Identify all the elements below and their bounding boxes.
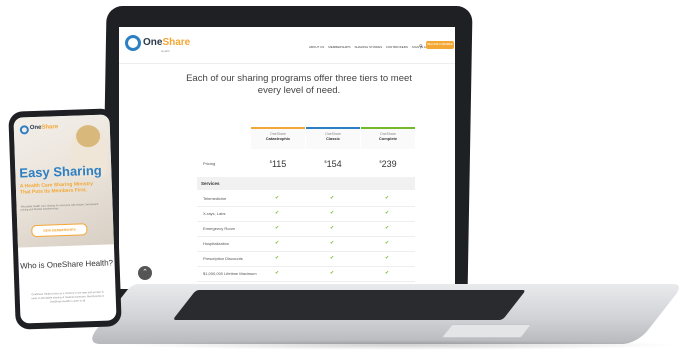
site-header: OneShare Health ABOUT US MEMBERSHIPS SHA… bbox=[119, 27, 455, 64]
check-icon: ✔ bbox=[330, 210, 335, 216]
price-value: 239 bbox=[381, 159, 397, 169]
column-header-catastrophic: OneShare Catastrophic bbox=[251, 127, 305, 149]
column-tier: Catastrophic bbox=[265, 136, 291, 141]
hero-title: Easy Sharing bbox=[19, 162, 102, 181]
logo-subtitle: Health bbox=[161, 49, 170, 53]
logo-one: One bbox=[143, 37, 163, 48]
check-icon: ✔ bbox=[330, 255, 335, 261]
check-icon: ✔ bbox=[385, 255, 390, 261]
scroll-up-button[interactable]: ⌃ bbox=[138, 266, 152, 280]
column-accent-bar bbox=[251, 127, 305, 129]
search-icon[interactable]: ⚲ bbox=[419, 44, 423, 50]
check-icon: ✔ bbox=[385, 240, 390, 246]
device-mockup-scene: OneShare Health ABOUT US MEMBERSHIPS SHA… bbox=[0, 0, 690, 362]
check-icon: ✔ bbox=[385, 210, 390, 216]
nav-for-brokers[interactable]: FOR BROKERS bbox=[386, 45, 408, 49]
column-tier: Classic bbox=[325, 136, 340, 141]
logo-share: Share bbox=[162, 37, 191, 48]
service-row: Emergency Room ✔ ✔ ✔ bbox=[197, 221, 415, 237]
service-row: Hospitalization ✔ ✔ ✔ bbox=[197, 236, 415, 252]
check-icon: ✔ bbox=[275, 195, 280, 201]
hero-subtitle: A Health Care Sharing Ministry That Puts… bbox=[19, 181, 94, 196]
check-icon: ✔ bbox=[275, 240, 280, 246]
service-row: Prescription Discounts ✔ ✔ ✔ bbox=[197, 251, 415, 267]
column-tier: Complete bbox=[378, 136, 398, 141]
check-icon: ✔ bbox=[330, 270, 335, 276]
check-icon: ✔ bbox=[330, 195, 335, 201]
service-label: $1,000,000 Lifetime Maximum bbox=[203, 271, 257, 276]
logo-circle-icon bbox=[125, 35, 141, 51]
chevron-up-icon: ⌃ bbox=[142, 269, 148, 276]
page-headline: Each of our sharing programs offer three… bbox=[186, 73, 412, 96]
service-row: Telemedicine ✔ ✔ ✔ bbox=[197, 191, 415, 207]
laptop-shadow bbox=[120, 340, 680, 350]
logo-one: One bbox=[29, 124, 42, 132]
oneshare-logo[interactable]: OneShare Health bbox=[125, 35, 190, 55]
check-icon: ✔ bbox=[385, 225, 390, 231]
column-accent-bar bbox=[306, 127, 360, 129]
become-member-button[interactable]: BECOME A MEMBER bbox=[426, 41, 454, 49]
check-icon: ✔ bbox=[275, 225, 280, 231]
service-label: Prescription Discounts bbox=[203, 256, 243, 261]
view-memberships-button[interactable]: VIEW MEMBERSHIPS bbox=[31, 223, 88, 238]
phone-logo[interactable]: OneShare bbox=[30, 124, 59, 131]
phone-screen: OneShare Easy Sharing A Health Care Shar… bbox=[13, 114, 117, 324]
services-label: Services bbox=[201, 181, 220, 186]
logo-share: Share bbox=[41, 124, 59, 131]
hero-description: Affordable health care sharing for every… bbox=[20, 202, 99, 212]
check-icon: ✔ bbox=[330, 225, 335, 231]
nav-about-us[interactable]: ABOUT US bbox=[309, 45, 324, 49]
check-icon: ✔ bbox=[385, 270, 390, 276]
phone-hero: OneShare Easy Sharing A Health Care Shar… bbox=[13, 114, 114, 248]
price-complete: $239 bbox=[379, 159, 397, 169]
check-icon: ✔ bbox=[275, 270, 280, 276]
laptop-keyboard bbox=[172, 290, 526, 320]
laptop-screen: OneShare Health ABOUT US MEMBERSHIPS SHA… bbox=[119, 27, 455, 289]
who-is-heading: Who is OneShare Health? bbox=[19, 258, 114, 271]
check-icon: ✔ bbox=[385, 195, 390, 201]
pricing-label: Pricing bbox=[203, 161, 216, 166]
service-row: $1,000,000 Lifetime Maximum ✔ ✔ ✔ bbox=[197, 266, 415, 282]
price-catastrophic: $115 bbox=[269, 159, 287, 169]
pricing-row: Pricing $115 $154 $239 bbox=[197, 151, 415, 178]
price-value: 154 bbox=[326, 159, 342, 169]
check-icon: ✔ bbox=[330, 240, 335, 246]
column-header-classic: OneShare Classic bbox=[306, 127, 360, 149]
price-classic: $154 bbox=[324, 159, 342, 169]
column-accent-bar bbox=[361, 127, 415, 129]
services-header: Services bbox=[197, 177, 415, 190]
column-header-complete: OneShare Complete bbox=[361, 127, 415, 149]
check-icon: ✔ bbox=[275, 210, 280, 216]
service-label: Telemedicine bbox=[203, 196, 227, 201]
service-label: Emergency Room bbox=[203, 226, 236, 231]
who-is-body: OneShare Health exists as a ministry to … bbox=[31, 290, 105, 304]
service-label: Hospitalization bbox=[203, 241, 230, 246]
price-value: 115 bbox=[271, 159, 287, 169]
logo-circle-icon bbox=[19, 125, 30, 135]
laptop-trackpad bbox=[441, 324, 532, 338]
phone-device: OneShare Easy Sharing A Health Care Shar… bbox=[8, 108, 122, 330]
service-row: X-rays, Labs ✔ ✔ ✔ bbox=[197, 206, 415, 222]
service-label: X-rays, Labs bbox=[203, 211, 226, 216]
check-icon: ✔ bbox=[275, 255, 280, 261]
nav-sharing-stories[interactable]: SHARING STORIES bbox=[354, 45, 382, 49]
nav-memberships[interactable]: MEMBERSHIPS bbox=[328, 45, 350, 49]
